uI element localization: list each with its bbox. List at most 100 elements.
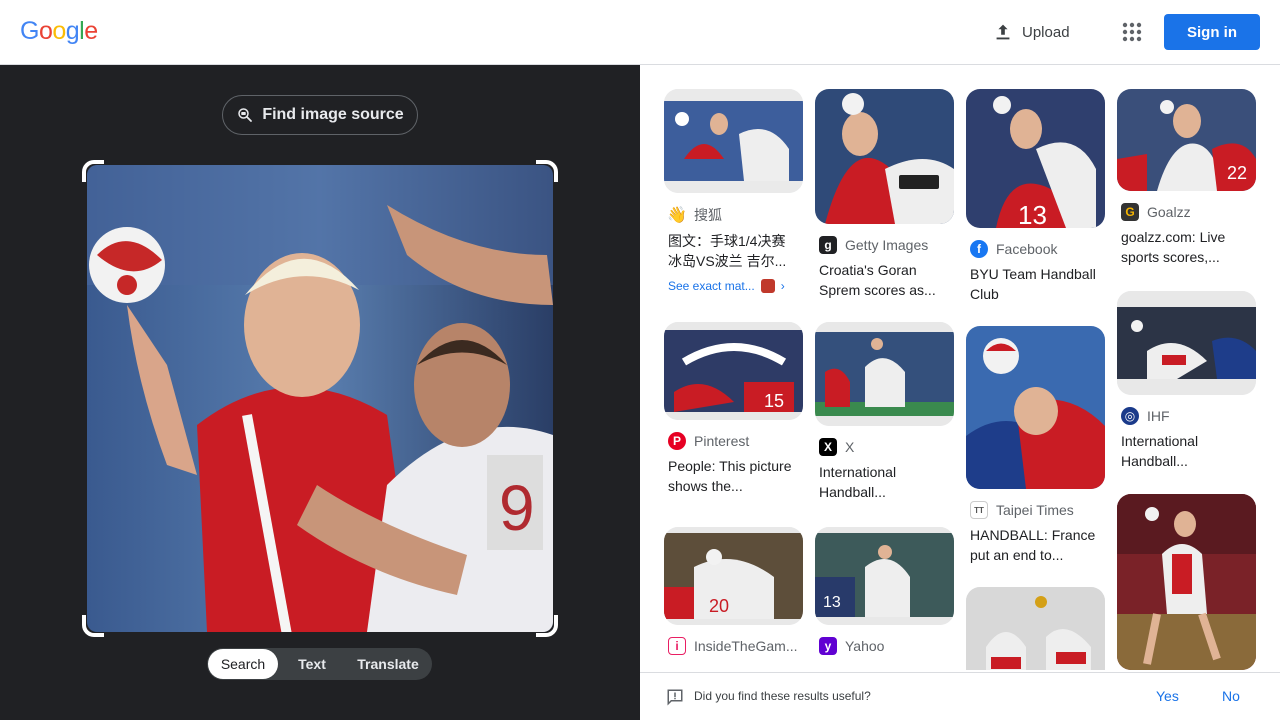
getty-icon: g xyxy=(819,236,837,254)
result-thumbnail[interactable] xyxy=(966,326,1105,489)
result-title[interactable]: People: This picture shows the... xyxy=(668,456,799,496)
see-exact-matches-link[interactable]: See exact mat... › xyxy=(668,279,799,293)
result-title[interactable]: goalzz.com: Live sports scores,... xyxy=(1121,227,1252,267)
facebook-icon: f xyxy=(970,240,988,258)
pinterest-icon: P xyxy=(668,432,686,450)
yahoo-icon: y xyxy=(819,637,837,655)
logo-letter: g xyxy=(65,17,80,45)
feedback-yes-button[interactable]: Yes xyxy=(1156,688,1179,704)
result-thumbnail[interactable] xyxy=(1117,291,1256,395)
result-title[interactable]: Croatia's Goran Sprem scores as... xyxy=(819,260,950,300)
result-card[interactable]: 13 y Yahoo xyxy=(815,527,954,655)
apps-grid-icon[interactable] xyxy=(1120,20,1144,44)
upload-button[interactable]: Upload xyxy=(992,18,1070,46)
result-thumbnail[interactable] xyxy=(1117,494,1256,670)
exact-match-thumbnail xyxy=(760,279,775,293)
image-search-icon xyxy=(238,108,253,122)
find-image-source-button[interactable]: Find image source xyxy=(222,95,418,135)
find-image-source-label: Find image source xyxy=(262,106,404,123)
ihf-icon: ◎ xyxy=(1121,407,1139,425)
result-source-label: Facebook xyxy=(996,241,1058,257)
result-card[interactable]: ◎ IHF International Handball... xyxy=(1117,291,1256,471)
sign-in-button[interactable]: Sign in xyxy=(1164,14,1260,50)
crop-handle-top-left[interactable] xyxy=(82,160,104,182)
result-source: P Pinterest xyxy=(668,432,803,450)
result-card[interactable] xyxy=(966,587,1105,670)
result-source: G Goalzz xyxy=(1121,203,1256,221)
result-thumbnail[interactable]: 22 xyxy=(1117,89,1256,191)
result-thumbnail[interactable]: 15 xyxy=(664,322,803,420)
logo-letter: o xyxy=(52,17,66,45)
upload-icon xyxy=(996,24,1010,40)
result-source: ◎ IHF xyxy=(1121,407,1256,425)
result-card[interactable]: X X International Handball... xyxy=(815,322,954,502)
result-source-label: InsideTheGam... xyxy=(694,638,798,654)
result-thumbnail[interactable] xyxy=(815,89,954,224)
result-source-label: Pinterest xyxy=(694,433,750,449)
result-card[interactable]: 👋 搜狐 图文：手球1/4决赛冰岛VS波兰 吉尔... See exact ma… xyxy=(664,89,803,293)
result-card[interactable]: 20 i InsideTheGam... xyxy=(664,527,803,655)
logo-letter: o xyxy=(38,17,53,45)
result-source-label: X xyxy=(845,439,855,455)
mode-tab-bar: Search Text Translate xyxy=(207,648,432,680)
result-source-label: Goalzz xyxy=(1147,204,1191,220)
logo-letter: e xyxy=(84,17,98,45)
result-title[interactable]: International Handball... xyxy=(1121,431,1252,471)
tab-translate[interactable]: Translate xyxy=(346,649,430,679)
result-source: i InsideTheGam... xyxy=(668,637,803,655)
svg-text:13: 13 xyxy=(1018,200,1047,228)
svg-text:20: 20 xyxy=(709,596,729,616)
result-source: TT Taipei Times xyxy=(970,501,1105,519)
upload-label: Upload xyxy=(1022,23,1070,41)
result-source-label: Taipei Times xyxy=(996,502,1074,518)
svg-text:13: 13 xyxy=(823,594,841,611)
result-card[interactable]: 22 G Goalzz goalzz.com: Live sports scor… xyxy=(1117,89,1256,267)
insidethegames-icon: i xyxy=(668,637,686,655)
result-thumbnail[interactable] xyxy=(664,89,803,193)
result-card[interactable]: 13 f Facebook BYU Team Handball Club xyxy=(966,89,1105,304)
result-source: 👋 搜狐 xyxy=(668,205,803,225)
google-logo[interactable]: Google xyxy=(20,17,98,46)
result-thumbnail[interactable] xyxy=(815,322,954,426)
svg-text:15: 15 xyxy=(764,391,784,411)
goalzz-icon: G xyxy=(1121,203,1139,221)
result-title[interactable]: International Handball... xyxy=(819,462,950,502)
svg-text:22: 22 xyxy=(1227,163,1247,183)
query-photo: 9 xyxy=(87,165,553,632)
result-source: f Facebook xyxy=(970,240,1105,258)
tab-text[interactable]: Text xyxy=(278,649,346,679)
feedback-no-button[interactable]: No xyxy=(1222,688,1240,704)
logo-letter: G xyxy=(20,17,39,45)
x-icon: X xyxy=(819,438,837,456)
result-source: g Getty Images xyxy=(819,236,954,254)
result-card[interactable]: 15 P Pinterest People: This picture show… xyxy=(664,322,803,496)
visual-matches-grid: 👋 搜狐 图文：手球1/4决赛冰岛VS波兰 吉尔... See exact ma… xyxy=(640,65,1280,670)
see-exact-matches-label: See exact mat... xyxy=(668,279,755,293)
result-card[interactable] xyxy=(1117,494,1256,670)
result-title[interactable]: HANDBALL: France put an end to... xyxy=(970,525,1101,565)
feedback-question: Did you find these results useful? xyxy=(694,689,871,703)
crop-handle-bottom-right[interactable] xyxy=(536,615,558,637)
tab-search[interactable]: Search xyxy=(208,649,278,679)
result-card[interactable]: TT Taipei Times HANDBALL: France put an … xyxy=(966,326,1105,565)
crop-selection[interactable]: 9 xyxy=(82,160,558,637)
result-source-label: Getty Images xyxy=(845,237,929,253)
sohu-icon: 👋 xyxy=(668,206,687,224)
svg-text:9: 9 xyxy=(499,472,535,544)
feedback-bar: Did you find these results useful? Yes N… xyxy=(640,672,1280,720)
result-title[interactable]: 图文：手球1/4决赛冰岛VS波兰 吉尔... xyxy=(668,231,799,271)
result-source-label: IHF xyxy=(1147,408,1170,424)
result-source-label: Yahoo xyxy=(845,638,885,654)
result-thumbnail[interactable]: 20 xyxy=(664,527,803,625)
feedback-icon xyxy=(667,689,683,706)
result-source: y Yahoo xyxy=(819,637,954,655)
result-thumbnail[interactable] xyxy=(966,587,1105,670)
result-source: X X xyxy=(819,438,954,456)
crop-handle-top-right[interactable] xyxy=(536,160,558,182)
result-card[interactable]: g Getty Images Croatia's Goran Sprem sco… xyxy=(815,89,954,300)
result-thumbnail[interactable]: 13 xyxy=(815,527,954,625)
crop-handle-bottom-left[interactable] xyxy=(82,615,104,637)
result-thumbnail[interactable]: 13 xyxy=(966,89,1105,228)
result-title[interactable]: BYU Team Handball Club xyxy=(970,264,1101,304)
top-bar: Google Upload Sign in xyxy=(0,0,1280,65)
